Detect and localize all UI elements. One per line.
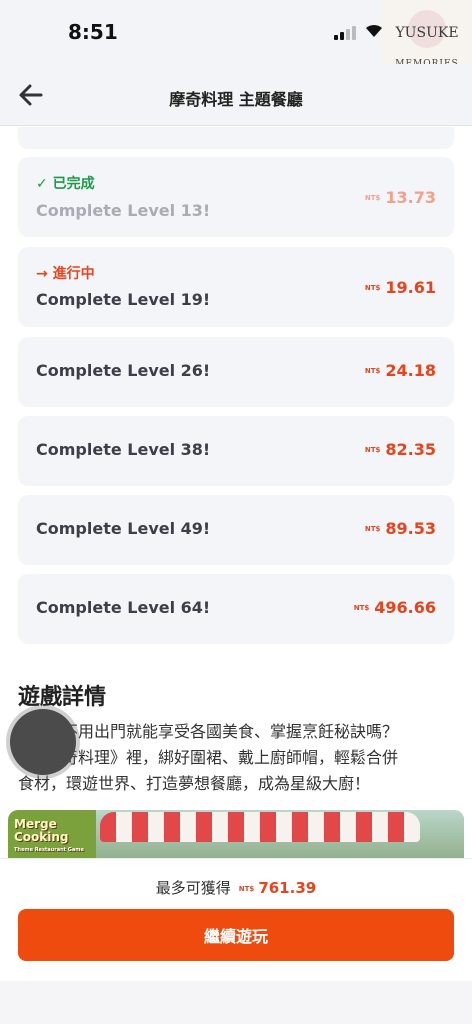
page-title: 摩奇料理 主題餐廳 [169, 90, 303, 109]
task-card[interactable]: Complete Level 38! NT$ 82.35 [18, 416, 454, 486]
task-card[interactable]: Complete Level 64! NT$ 496.66 [18, 574, 454, 644]
details-line: 不用出門就能享受各國美食、掌握烹飪秘訣嗎？ [62, 722, 399, 741]
max-earn-amount: 761.39 [258, 879, 317, 897]
banner-logo-line2: Cooking [14, 830, 69, 844]
task-reward: NT$ 24.18 [365, 361, 436, 380]
task-reward: NT$ 13.73 [365, 188, 436, 207]
max-earn-label: 最多可獲得 [155, 879, 231, 897]
currency-label: NT$ [238, 885, 255, 893]
currency-label: NT$ [364, 284, 381, 292]
reward-amount: 89.53 [385, 519, 436, 538]
task-label: Complete Level 19! [36, 290, 211, 309]
reward-amount: 19.61 [385, 278, 436, 297]
task-reward: NT$ 82.35 [365, 440, 436, 459]
awning-graphic [100, 812, 420, 842]
reward-amount: 496.66 [374, 598, 436, 617]
task-label: Complete Level 64! [36, 598, 211, 617]
reward-amount: 82.35 [385, 440, 436, 459]
task-list-scroll[interactable]: ✓ 已完成 Complete Level 13! NT$ 13.73 → 進行中 … [0, 127, 472, 858]
continue-playing-button[interactable]: 繼續遊玩 [18, 909, 454, 961]
watermark-name: YUSUKE [395, 25, 459, 41]
task-label: Complete Level 26! [36, 361, 211, 380]
banner-logo-sub: Theme Restaurant Game [14, 847, 84, 853]
currency-label: NT$ [364, 525, 381, 533]
task-card[interactable]: Complete Level 26! NT$ 24.18 [18, 337, 454, 407]
details-heading: 遊戲詳情 [18, 685, 107, 710]
currency-label: NT$ [353, 604, 370, 612]
task-label: Complete Level 49! [36, 519, 211, 538]
floating-assistive-button[interactable] [10, 709, 76, 775]
currency-label: NT$ [364, 446, 381, 454]
details-line: 奇料理》裡，綁好圍裙、戴上廚師帽，輕鬆合併 [62, 748, 399, 767]
banner-game-logo: Merge Cooking Theme Restaurant Game [14, 818, 94, 857]
bottom-action-bar: 最多可獲得 NT$ 761.39 繼續遊玩 [0, 858, 472, 1024]
app-header: 摩奇料理 主題餐廳 [0, 64, 472, 126]
task-status-in-progress: → 進行中 [36, 266, 95, 282]
task-reward: NT$ 89.53 [365, 519, 436, 538]
status-time: 8:51 [68, 20, 118, 44]
task-label: Complete Level 38! [36, 440, 211, 459]
reward-amount: 24.18 [385, 361, 436, 380]
task-status-done: ✓ 已完成 [36, 176, 95, 192]
task-label: Complete Level 13! [36, 201, 211, 220]
task-card[interactable]: Complete Level 49! NT$ 89.53 [18, 495, 454, 565]
task-card[interactable]: ✓ 已完成 Complete Level 13! NT$ 13.73 [18, 157, 454, 237]
task-card-partial [18, 127, 454, 149]
home-indicator-area [0, 981, 472, 1024]
task-reward: NT$ 496.66 [354, 598, 436, 617]
reward-amount: 13.73 [385, 188, 436, 207]
task-card[interactable]: → 進行中 Complete Level 19! NT$ 19.61 [18, 247, 454, 327]
details-line: 食材，環遊世界、打造夢想餐廳，成為星級大廚！ [18, 774, 371, 793]
signal-bars-icon [334, 26, 360, 40]
currency-label: NT$ [364, 367, 381, 375]
game-banner-image: Merge Cooking Theme Restaurant Game [8, 810, 464, 858]
currency-label: NT$ [364, 194, 381, 202]
details-description: 不用出門就能享受各國美食、掌握烹飪秘訣嗎？ 奇料理》裡，綁好圍裙、戴上廚師帽，輕… [18, 719, 454, 797]
task-reward: NT$ 19.61 [365, 278, 436, 297]
wifi-icon [364, 22, 384, 43]
max-earn-summary: 最多可獲得 NT$ 761.39 [0, 877, 472, 898]
